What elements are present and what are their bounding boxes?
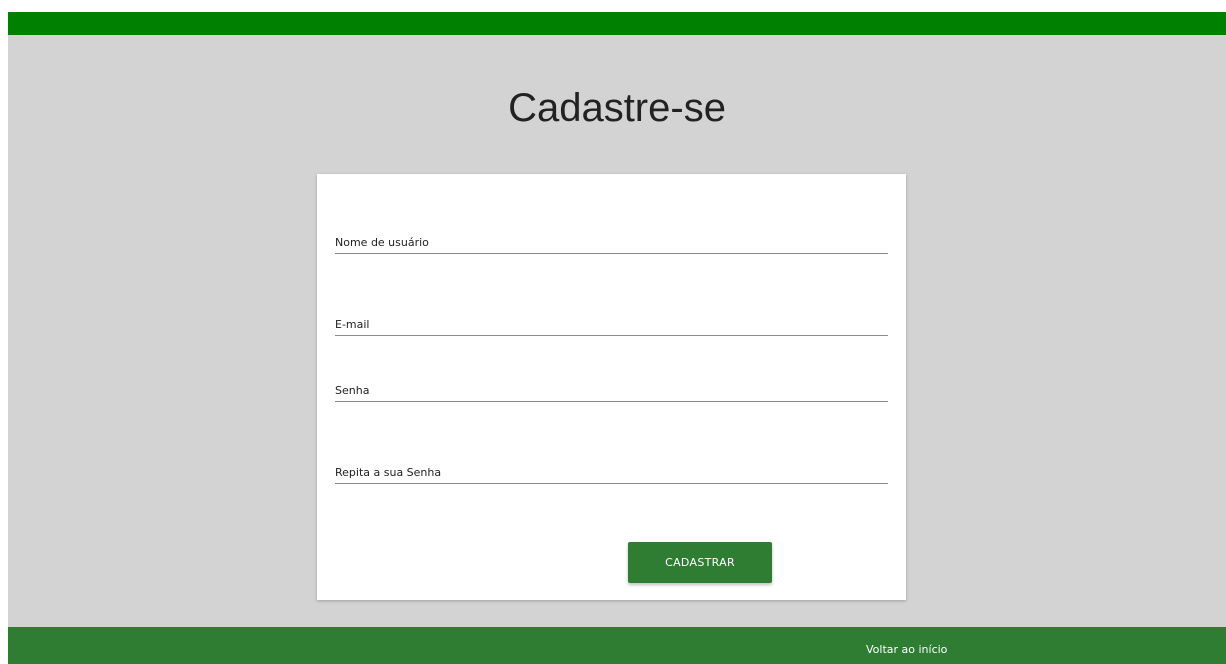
repeat-password-field-wrapper: [335, 461, 888, 484]
page-frame: Cadastre-se CADASTRAR Voltar ao início: [8, 12, 1226, 664]
signup-button[interactable]: CADASTRAR: [628, 542, 772, 583]
footer-bar: Voltar ao início: [8, 627, 1226, 664]
username-input[interactable]: [335, 231, 888, 253]
password-input[interactable]: [335, 379, 888, 401]
repeat-password-input[interactable]: [335, 461, 888, 483]
email-field-wrapper: [335, 313, 888, 336]
back-to-home-link[interactable]: Voltar ao início: [866, 643, 947, 656]
top-bar: [8, 12, 1226, 35]
password-field-wrapper: [335, 379, 888, 402]
username-field-wrapper: [335, 231, 888, 254]
email-input[interactable]: [335, 313, 888, 335]
signup-form-card: CADASTRAR: [317, 174, 906, 600]
page-title: Cadastre-se: [508, 86, 726, 130]
